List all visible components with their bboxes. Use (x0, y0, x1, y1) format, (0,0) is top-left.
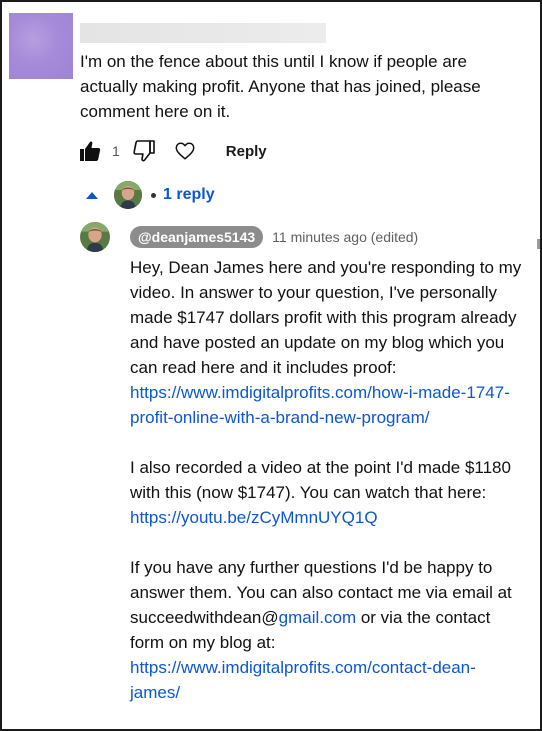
reply-paragraph-3: If you have any further questions I'd be… (130, 555, 525, 705)
youtube-video-link[interactable]: https://youtu.be/zCyMmnUYQ1Q (130, 508, 378, 527)
email-domain-link[interactable]: gmail.com (279, 608, 356, 627)
reply-author-avatar-small (114, 181, 142, 209)
reply-author-chip[interactable]: @deanjames5143 (130, 226, 264, 248)
comment-text: I'm on the fence about this until I know… (80, 52, 481, 121)
commenter-avatar[interactable] (9, 13, 73, 79)
reply-text: I also recorded a video at the point I'd… (130, 458, 511, 502)
heart-icon (175, 142, 195, 160)
reply-body: Hey, Dean James here and you're respondi… (130, 255, 525, 729)
heart-button[interactable] (174, 140, 196, 162)
thumbs-up-icon (80, 141, 101, 161)
commenter-username-redacted (80, 23, 326, 43)
chevron-up-icon (86, 191, 98, 199)
like-count: 1 (112, 143, 120, 159)
separator-dot (151, 192, 156, 198)
like-button[interactable] (78, 139, 102, 163)
reply-author-avatar[interactable] (80, 222, 110, 252)
reply-text: Hey, Dean James here and you're respondi… (130, 258, 522, 377)
reply-paragraph-1: Hey, Dean James here and you're respondi… (130, 255, 525, 430)
replies-count: 1 reply (163, 186, 215, 203)
contact-page-link[interactable]: https://www.imdigitalprofits.com/contact… (130, 658, 476, 702)
reply-timestamp: 11 minutes ago (edited) (272, 229, 419, 245)
scrollbar-edge[interactable] (537, 239, 540, 249)
reply-paragraph-2: I also recorded a video at the point I'd… (130, 455, 525, 530)
reply-header: @deanjames5143 11 minutes ago (edited) (130, 225, 418, 249)
blog-post-link[interactable]: https://www.imdigitalprofits.com/how-i-m… (130, 383, 510, 427)
thumbs-down-icon (133, 140, 155, 162)
comment-actions: 1 Reply (78, 137, 267, 165)
replies-toggle[interactable]: 1 reply (86, 179, 215, 211)
reply-button[interactable]: Reply (226, 143, 267, 160)
dislike-button[interactable] (132, 139, 156, 163)
comment-thread: I'm on the fence about this until I know… (0, 0, 542, 731)
